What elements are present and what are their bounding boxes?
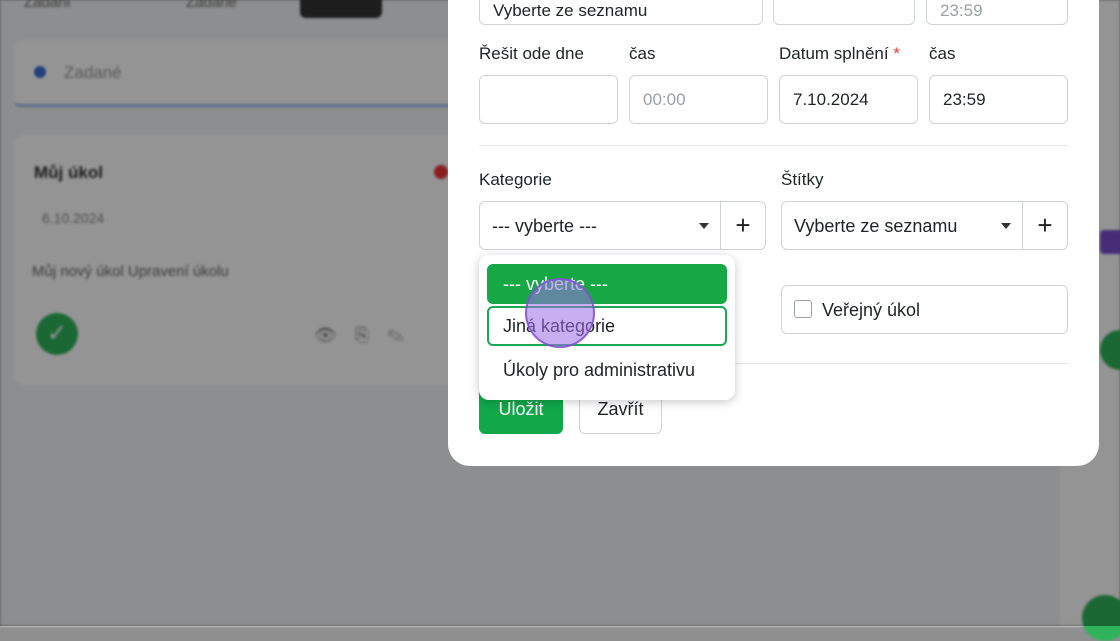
datum-splneni-value: 7.10.2024 [793,90,869,109]
dropdown-option[interactable]: Úkoly pro administrativu [487,350,727,390]
top-select-value: Vyberte ze seznamu [493,1,648,20]
caret-down-icon[interactable] [699,223,709,229]
resit-cas-input[interactable]: 00:00 [629,75,768,124]
kategorie-label: Kategorie [479,170,552,189]
resit-ode-dne-label: Řešit ode dne [479,44,584,63]
datum-splneni-label: Datum splnění * [779,44,900,64]
datum-cas-value: 23:59 [943,90,986,109]
datum-cas-label: čas [929,44,956,63]
verejny-ukol-label: Veřejný úkol [822,300,921,320]
top-time-input[interactable]: 23:59 [926,0,1068,25]
dropdown-option[interactable]: --- vyberte --- [487,264,727,304]
add-kategorie-button[interactable]: + [721,210,765,241]
stitky-select-value[interactable]: Vyberte ze seznamu [794,216,957,237]
dropdown-option[interactable]: Jiná kategorie [487,306,727,346]
stitky-label: Štítky [781,170,824,189]
verejny-ukol-checkbox[interactable] [794,300,812,318]
cas-label: čas [629,44,656,63]
datum-splneni-text: Datum splnění [779,44,889,63]
datum-splneni-input[interactable]: 7.10.2024 [779,75,918,124]
caret-down-icon[interactable] [1001,223,1011,229]
stitky-select-group: Vyberte ze seznamu + [781,201,1068,250]
divider [479,145,1068,146]
top-date-input[interactable] [773,0,915,25]
kategorie-dropdown: --- vyberte --- Jiná kategorie Úkoly pro… [479,255,735,400]
resit-ode-dne-input[interactable] [479,75,618,124]
kategorie-select-value[interactable]: --- vyberte --- [492,216,597,237]
top-select[interactable]: Vyberte ze seznamu [479,0,763,25]
required-mark: * [893,44,900,63]
add-stitek-button[interactable]: + [1023,210,1067,241]
top-time-placeholder: 23:59 [940,1,983,20]
datum-cas-input[interactable]: 23:59 [929,75,1068,124]
resit-cas-placeholder: 00:00 [643,90,686,109]
verejny-ukol-field[interactable]: Veřejný úkol [781,285,1068,334]
cursor-indicator [525,278,595,348]
kategorie-select-group: --- vyberte --- + [479,201,766,250]
